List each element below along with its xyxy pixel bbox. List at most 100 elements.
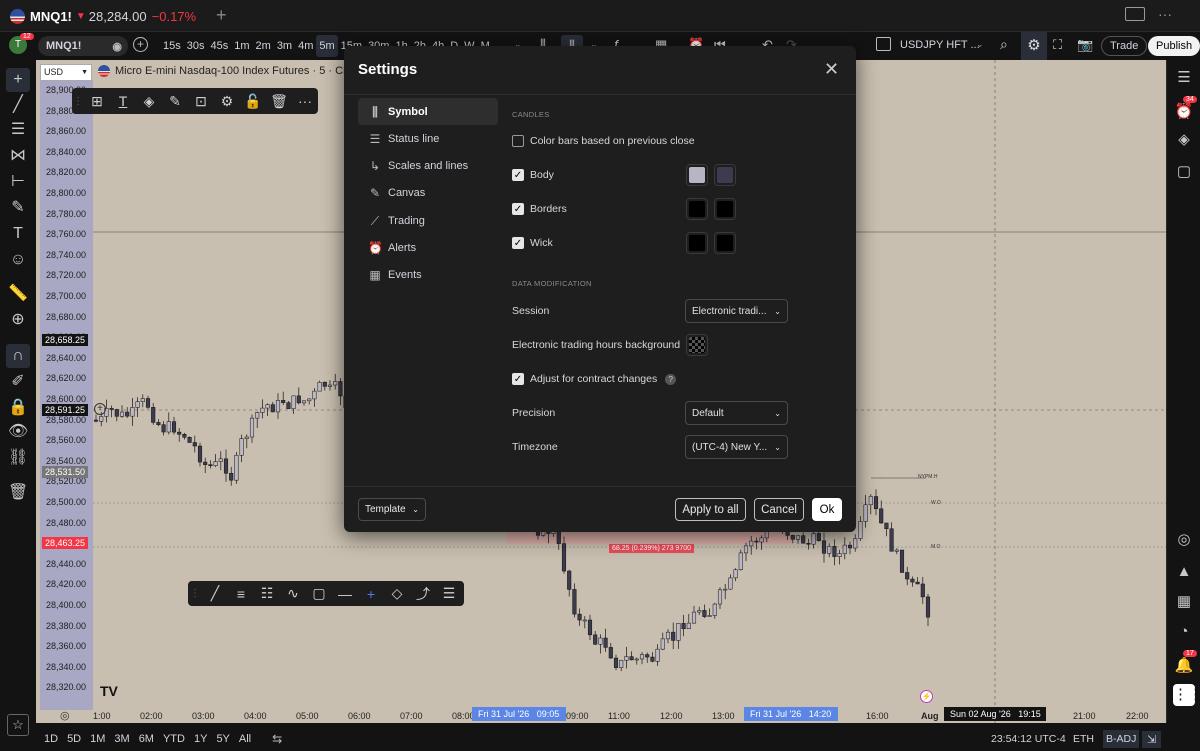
timezone-select[interactable]: (UTC-4) New Y... ⌄ [685, 435, 788, 459]
favorites-icon[interactable]: ☆ [7, 714, 29, 736]
text-color-icon[interactable]: T [110, 93, 136, 109]
template-icon[interactable]: ⊞ [84, 93, 110, 110]
interval-45s[interactable]: 45s [208, 35, 232, 57]
borders-checkbox[interactable]: ✓ [512, 203, 524, 215]
collapse-icon[interactable]: ⇲ [1142, 730, 1162, 748]
layout-icon[interactable] [1125, 7, 1145, 21]
eraser-icon[interactable]: ◇ [384, 585, 410, 602]
notifications-icon[interactable]: 🔔 [1174, 656, 1194, 676]
settings-gear-icon[interactable]: ⚙ [1021, 32, 1047, 60]
goto-date-icon[interactable]: ◎ [60, 709, 70, 722]
color-bars-checkbox[interactable] [512, 135, 524, 147]
body-checkbox[interactable]: ✓ [512, 169, 524, 181]
path-icon[interactable]: ∿ [280, 585, 306, 602]
text-icon[interactable]: T [8, 224, 28, 244]
settings-nav-status-line[interactable]: ☰ Status line [358, 125, 498, 152]
eth-bg-color-swatch[interactable] [686, 334, 708, 356]
line-color-icon[interactable]: ✎ [162, 93, 188, 110]
clock[interactable]: 23:54:12 UTC-4 [991, 733, 1066, 745]
date-range-icon[interactable]: ⇆ [272, 732, 282, 746]
object-lock-icon[interactable]: 🔓 [240, 93, 266, 110]
object-more-icon[interactable]: ··· [292, 93, 318, 109]
drag-handle-icon[interactable]: ⋮ [72, 96, 84, 107]
pattern-icon[interactable]: ⋈ [8, 146, 28, 166]
stay-drawing-icon[interactable]: ✐ [8, 372, 28, 392]
rectangle-icon[interactable]: ▢ [306, 585, 332, 602]
horizontal-line-icon[interactable]: — [332, 586, 358, 602]
compare-icon[interactable]: + [133, 37, 148, 52]
parallel-channel-icon[interactable]: ≡ [228, 586, 254, 602]
symbol-search[interactable]: MNQ1! ◉ [38, 36, 128, 56]
range-all[interactable]: All [239, 733, 251, 745]
snapshot-icon[interactable]: 📷 [1077, 37, 1093, 53]
adjustment-toggle[interactable]: B-ADJ [1103, 730, 1140, 748]
hotlist-icon[interactable]: ◎ [1174, 530, 1194, 550]
menu-grid-icon[interactable]: ⋮⋮ [1173, 684, 1200, 706]
watchlist-icon[interactable]: ☰ [1174, 68, 1194, 88]
color-bars-row[interactable]: Color bars based on previous close [512, 135, 695, 147]
close-icon[interactable]: ✕ [824, 59, 839, 80]
chart-title[interactable]: Micro E-mini Nasdaq-100 Index Futures · … [98, 65, 348, 77]
interval-2m[interactable]: 2m [253, 35, 274, 57]
settings-nav-canvas[interactable]: ✎ Canvas [358, 180, 498, 207]
apply-to-all-button[interactable]: Apply to all [675, 498, 746, 521]
object-tree-icon[interactable]: ◈ [1174, 130, 1194, 150]
body-row[interactable]: ✓ Body [512, 169, 554, 181]
interval-1m[interactable]: 1m [231, 35, 252, 57]
session-toggle[interactable]: ETH [1073, 733, 1094, 745]
publish-button[interactable]: Publish [1148, 36, 1200, 56]
settings-nav-events[interactable]: ▦ Events [358, 262, 498, 289]
wick-up-color-swatch[interactable] [686, 232, 708, 254]
trade-button[interactable]: Trade [1101, 36, 1148, 56]
emoji-icon[interactable]: ☺ [8, 250, 28, 270]
streams-icon[interactable]: ◔ [1174, 622, 1194, 642]
adjust-checkbox[interactable]: ✓ [512, 373, 524, 385]
crosshair-icon[interactable]: + [6, 68, 30, 92]
watchlist-name[interactable]: USDJPY HFT ... [900, 39, 980, 51]
range-1d[interactable]: 1D [44, 733, 58, 745]
ideas-icon[interactable]: ▲ [1174, 562, 1194, 582]
hide-icon[interactable]: 👁 [8, 422, 28, 442]
interval-15s[interactable]: 15s [160, 35, 184, 57]
chart-tab[interactable]: MNQ1! ▼ 28,284.00 −0.17% | U [0, 0, 200, 32]
cross-line-icon[interactable]: + [358, 586, 384, 602]
adjust-row[interactable]: ✓ Adjust for contract changes ? [512, 373, 677, 385]
template-dropdown[interactable]: Template ⌄ [358, 498, 426, 521]
borders-up-color-swatch[interactable] [686, 198, 708, 220]
range-5d[interactable]: 5D [67, 733, 81, 745]
quick-search-icon[interactable]: ⌕ [1000, 36, 1008, 53]
help-icon[interactable]: ? [665, 373, 677, 385]
add-text-icon[interactable]: ⊡ [188, 93, 214, 110]
trash-icon[interactable]: 🗑 [8, 483, 28, 503]
currency-select[interactable]: USD ▼ [40, 64, 92, 81]
body-down-color-swatch[interactable] [714, 164, 736, 186]
messages-icon[interactable]: ▢ [1174, 162, 1194, 182]
alerts-icon[interactable]: ⏰ [1174, 102, 1194, 122]
interval-4m[interactable]: 4m [295, 35, 316, 57]
borders-down-color-swatch[interactable] [714, 198, 736, 220]
settings-nav-scales-and-lines[interactable]: ↳ Scales and lines [358, 153, 498, 180]
add-alert-icon[interactable]: + [94, 403, 106, 415]
interval-3m[interactable]: 3m [274, 35, 295, 57]
wick-row[interactable]: ✓ Wick [512, 237, 553, 249]
settings-nav-alerts[interactable]: ⏰ Alerts [358, 235, 498, 262]
range-3m[interactable]: 3M [114, 733, 129, 745]
new-tab-icon[interactable]: + [216, 5, 227, 26]
link-icon[interactable]: ⛓ [8, 448, 28, 468]
more-icon[interactable]: ··· [1158, 6, 1172, 22]
magnet-icon[interactable]: ∩ [6, 344, 30, 368]
trend-line-icon[interactable]: ╱ [202, 585, 228, 602]
fib-icon[interactable]: ☰ [8, 120, 28, 140]
cancel-button[interactable]: Cancel [754, 498, 804, 521]
brush-icon[interactable]: ✎ [8, 198, 28, 218]
range-1y[interactable]: 1Y [194, 733, 207, 745]
fill-color-icon[interactable]: ◈ [136, 93, 162, 110]
borders-row[interactable]: ✓ Borders [512, 203, 567, 215]
curve-icon[interactable]: ⤴ [410, 584, 436, 604]
watchlist-dropdown-icon[interactable]: ⌄ [976, 39, 984, 50]
calendar-icon[interactable]: ▦ [1174, 592, 1194, 612]
drag-handle-icon[interactable]: ⋮ [188, 588, 202, 599]
fib-channel-icon[interactable]: ☰ [436, 585, 462, 602]
zoom-icon[interactable]: ⊕ [8, 310, 28, 330]
ruler-icon[interactable]: 📏 [8, 284, 28, 304]
